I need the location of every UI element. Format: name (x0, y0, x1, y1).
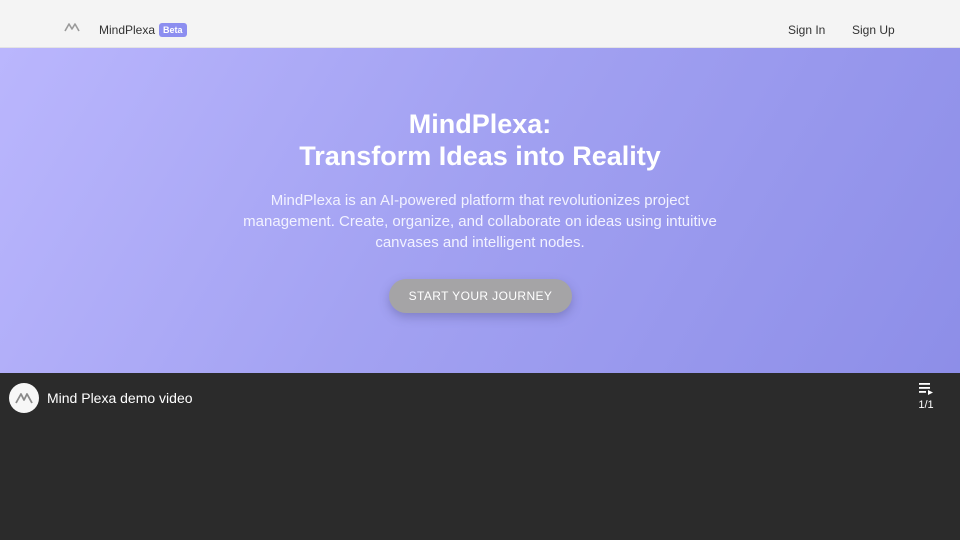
video-player[interactable]: Mind Plexa demo video 1/1 (0, 373, 960, 540)
brand: MindPlexa Beta (99, 23, 187, 37)
mindplexa-logo-icon (15, 393, 33, 404)
brand-name[interactable]: MindPlexa (99, 23, 155, 37)
channel-avatar[interactable] (9, 383, 39, 413)
sign-in-link[interactable]: Sign In (788, 23, 825, 37)
playlist-button[interactable]: 1/1 (912, 383, 940, 419)
hero-section: MindPlexa: Transform Ideas into Reality … (0, 48, 960, 373)
playlist-icon (919, 383, 933, 395)
playlist-count: 1/1 (918, 399, 934, 411)
video-title[interactable]: Mind Plexa demo video (47, 390, 193, 406)
start-journey-button[interactable]: START YOUR JOURNEY (389, 279, 572, 313)
hero-title: MindPlexa: Transform Ideas into Reality (0, 108, 960, 172)
hero-description: MindPlexa is an AI-powered platform that… (243, 192, 717, 251)
hero-title-line1: MindPlexa: (408, 109, 552, 139)
navbar: MindPlexa Beta Sign In Sign Up (0, 0, 960, 48)
sign-up-link[interactable]: Sign Up (852, 23, 895, 37)
beta-badge: Beta (159, 23, 187, 37)
mindplexa-logo-icon[interactable] (64, 22, 80, 32)
hero-title-line2: Transform Ideas into Reality (299, 141, 661, 171)
